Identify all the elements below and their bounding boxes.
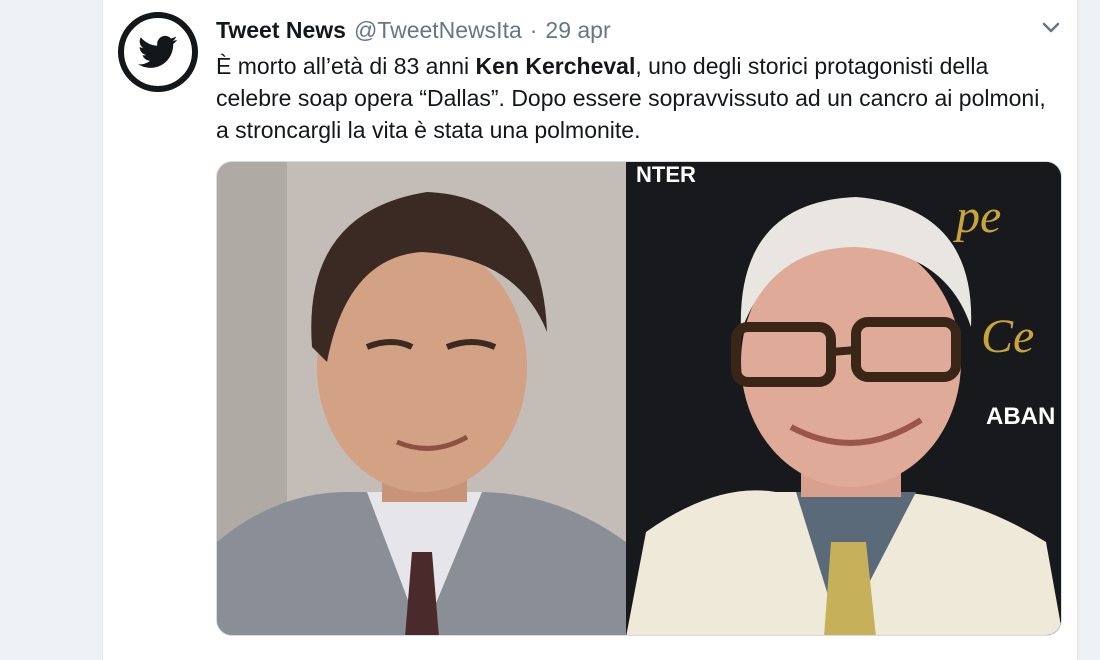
signage-text-top: NTER	[636, 162, 696, 187]
avatar[interactable]	[118, 12, 198, 92]
page-background-right	[1078, 0, 1100, 660]
author-handle[interactable]: @TweetNewsIta	[354, 14, 522, 46]
tweet-text: È morto all’età di 83 anni Ken Kercheval…	[216, 50, 1056, 146]
signage-text-script-1: pe	[953, 190, 1001, 243]
photo-older-portrait[interactable]: NTER pe Ce ABAN	[626, 162, 1061, 635]
twitter-bird-icon	[138, 35, 178, 68]
tweet-text-part1: È morto all’età di 83 anni	[216, 53, 476, 79]
tweet-text-bold-name[interactable]: Ken Kercheval	[476, 53, 636, 79]
chevron-down-icon	[1042, 22, 1060, 33]
older-portrait-drawing: NTER pe Ce ABAN	[626, 162, 1061, 635]
page-background-left	[0, 0, 102, 660]
young-portrait-drawing	[217, 162, 626, 635]
separator-dot: ·	[529, 17, 538, 43]
author-name[interactable]: Tweet News	[216, 14, 346, 46]
signage-text-script-2: Ce	[981, 310, 1034, 363]
tweet-header: Tweet News @TweetNewsIta · 29 apr	[216, 14, 611, 46]
signage-text-bottom: ABAN	[986, 403, 1055, 430]
tweet-menu-button[interactable]	[1039, 18, 1063, 38]
tweet-date[interactable]: 29 apr	[545, 14, 610, 46]
photo-young-portrait[interactable]	[217, 162, 626, 635]
tweet-media[interactable]: NTER pe Ce ABAN	[216, 161, 1062, 636]
